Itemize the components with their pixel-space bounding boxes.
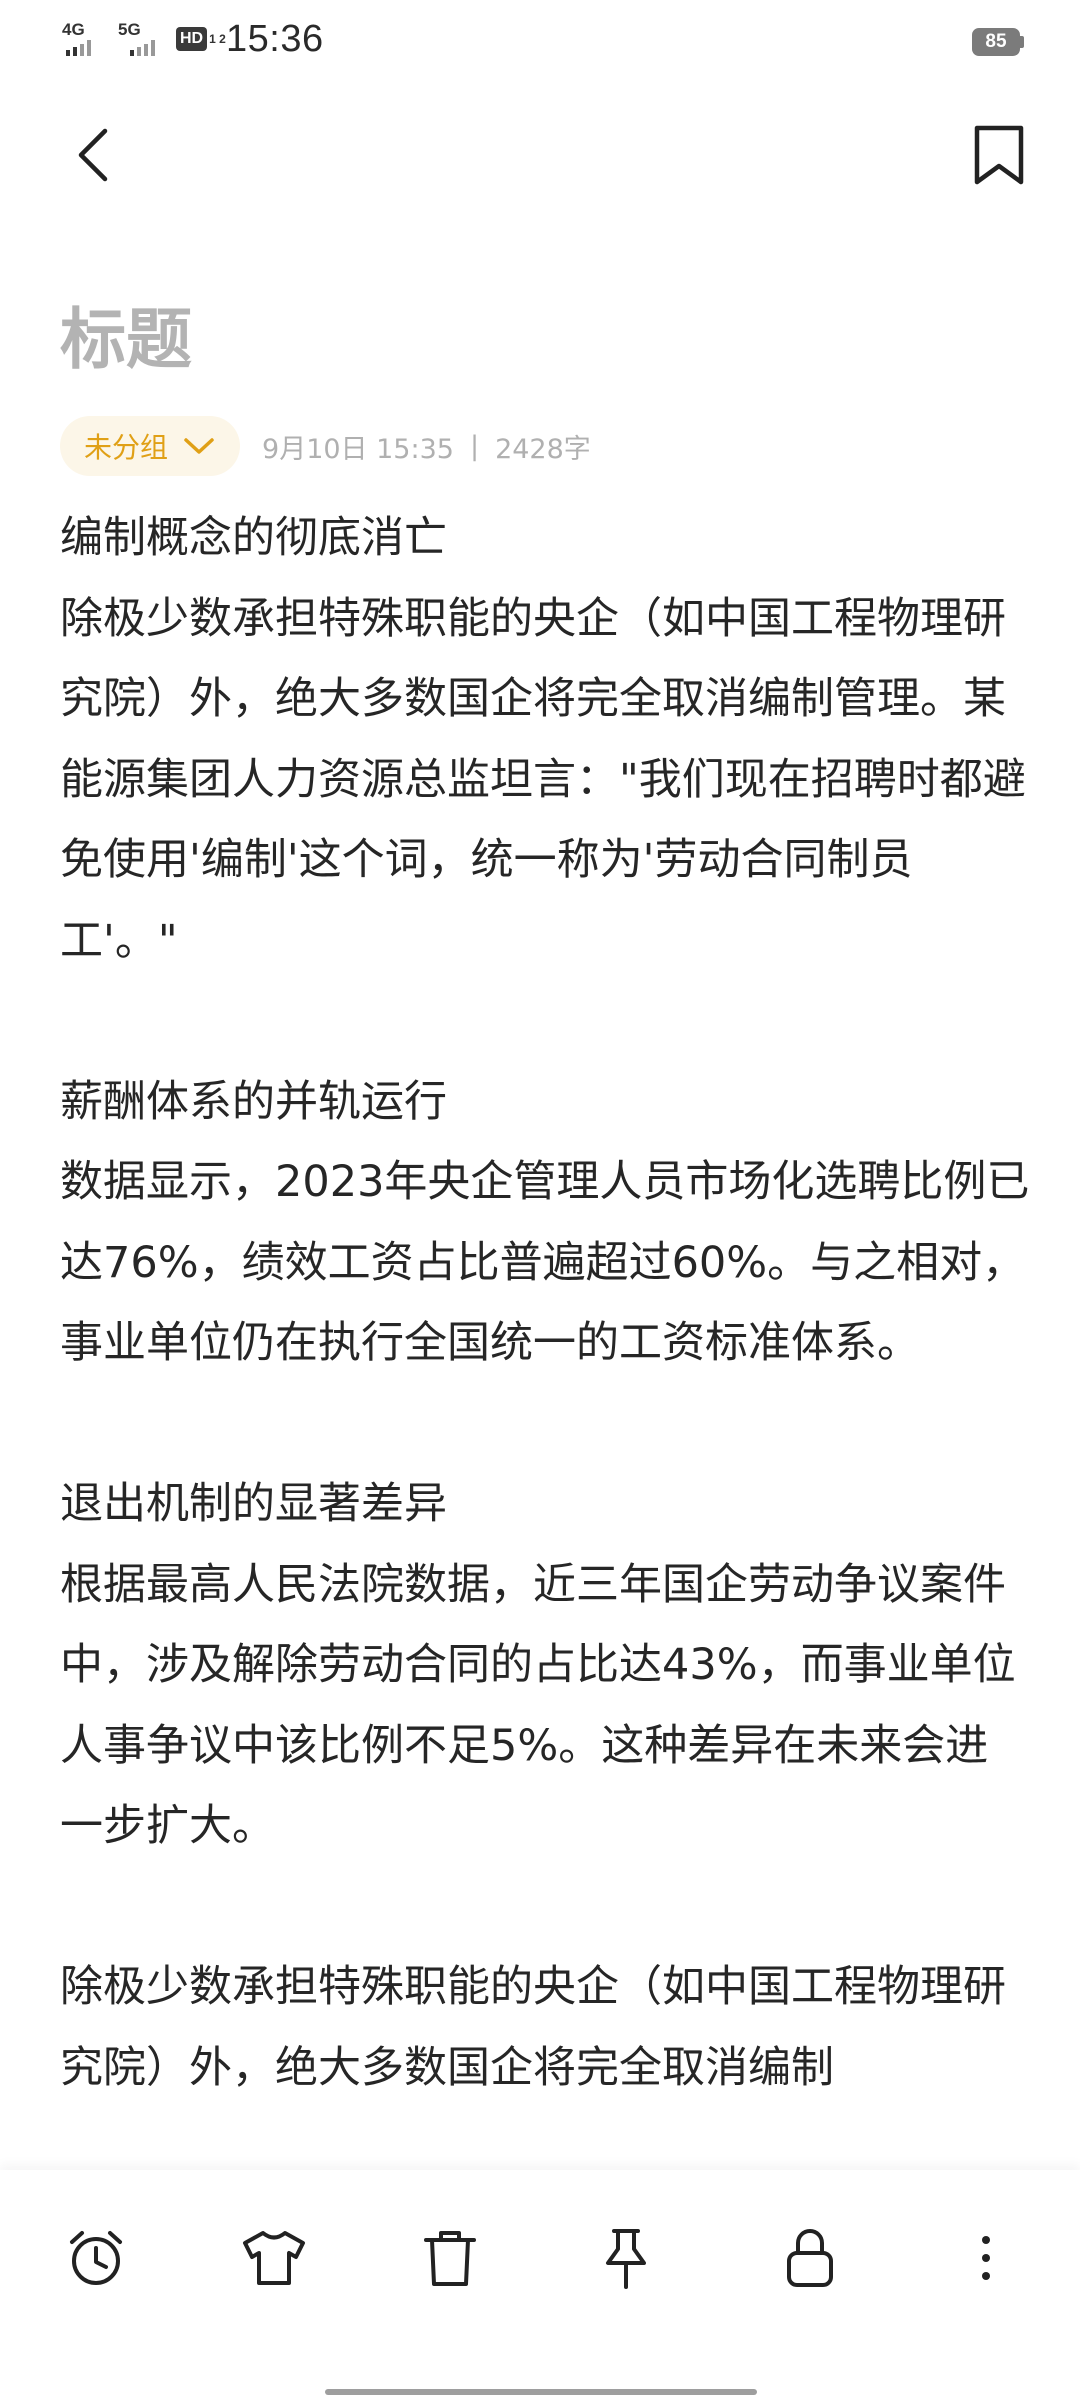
bookmark-icon: [974, 125, 1024, 185]
tshirt-icon: [243, 2231, 305, 2285]
status-bar: 4G 5G HD 1 2 15:36 85: [0, 0, 1080, 84]
hd-label: HD: [176, 27, 208, 51]
trash-icon: [424, 2231, 476, 2286]
status-time: 15:36: [226, 18, 324, 60]
lock-icon: [787, 2229, 833, 2287]
note-header: [0, 84, 1080, 224]
delete-button[interactable]: [410, 2218, 490, 2298]
chevron-down-icon: [184, 438, 214, 454]
signal-bars-icon: [130, 40, 155, 56]
note-meta-row: 未分组 9月10日 15:35 | 2428字: [60, 416, 591, 476]
more-vertical-icon: [982, 2236, 990, 2280]
meta-separator: |: [469, 430, 480, 462]
note-title[interactable]: 标题: [60, 300, 192, 380]
note-body[interactable]: 编制概念的彻底消亡 除极少数承担特殊职能的央企（如中国工程物理研究院）外，绝大多…: [60, 498, 1030, 2168]
back-button[interactable]: [60, 120, 130, 190]
note-meta: 9月10日 15:35 | 2428字: [262, 427, 591, 466]
battery-indicator: 85: [972, 28, 1020, 56]
lock-button[interactable]: [770, 2218, 850, 2298]
pin-button[interactable]: [586, 2218, 666, 2298]
home-indicator[interactable]: [325, 2389, 757, 2395]
bookmark-button[interactable]: [964, 120, 1034, 190]
alarm-clock-icon: [70, 2231, 122, 2285]
signal-bars-icon: [66, 40, 91, 56]
reminder-button[interactable]: [56, 2218, 136, 2298]
group-label: 未分组: [84, 431, 169, 464]
note-paragraph: 除极少数承担特殊职能的央企（如中国工程物理研究院）外，绝大多数国企将完全取消编制: [60, 1962, 1006, 2093]
note-paragraph: 薪酬体系的并轨运行 数据显示，2023年央企管理人员市场化选聘比例已达76%，绩…: [60, 1076, 1030, 1369]
more-button[interactable]: [946, 2218, 1026, 2298]
hd-voice-badge: HD 1 2: [176, 24, 226, 54]
note-paragraph: 退出机制的显著差异 根据最高人民法院数据，近三年国企劳动争议案件中，涉及解除劳动…: [60, 1479, 1016, 1851]
note-paragraph: 编制概念的彻底消亡 除极少数承担特殊职能的央企（如中国工程物理研究院）外，绝大多…: [60, 513, 1026, 966]
hd-sub-label: 1 2: [209, 32, 226, 46]
pin-icon: [606, 2229, 646, 2289]
battery-tip: [1020, 36, 1024, 48]
back-arrow-icon: [78, 128, 108, 182]
theme-button[interactable]: [234, 2218, 314, 2298]
bottom-toolbar: [0, 2170, 1080, 2400]
network-label-4g: 4G: [62, 20, 85, 39]
network-label-5g: 5G: [118, 20, 141, 39]
word-count: 2428字: [495, 433, 591, 465]
group-selector[interactable]: 未分组: [60, 416, 241, 476]
note-date: 9月10日 15:35: [262, 433, 454, 465]
